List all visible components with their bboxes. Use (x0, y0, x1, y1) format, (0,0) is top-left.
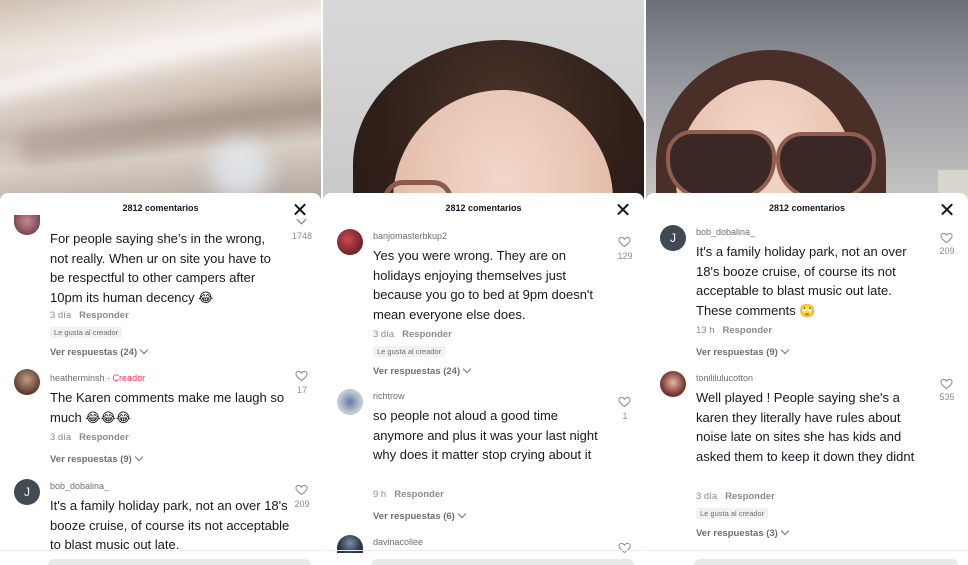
like-count: 535 (939, 392, 955, 402)
liked-by-creator-badge: Le gusta al creador (373, 346, 446, 357)
comment-text: For people saying she’s in the wrong, no… (50, 231, 271, 305)
comment-meta: 3 día Responder (50, 432, 129, 443)
comment-count: 2812 comentarios (768, 203, 846, 213)
video-frame[interactable] (0, 0, 321, 200)
view-replies-label: Ver respuestas (24) (50, 347, 138, 358)
comment-meta: 3 día Responder (373, 329, 452, 340)
heart-icon[interactable] (940, 378, 953, 390)
reply-button[interactable]: Responder (402, 329, 452, 340)
view-replies-label: Ver respuestas (9) (50, 454, 132, 465)
comment-input-bar[interactable] (694, 559, 958, 565)
reply-button[interactable]: Responder (79, 310, 129, 321)
view-replies-label: Ver respuestas (3) (696, 528, 778, 539)
comment-username[interactable]: banjomasterbkup2 (373, 231, 447, 241)
divider (646, 550, 968, 551)
reply-button[interactable]: Responder (394, 489, 444, 500)
comment-time: 9 h (373, 489, 387, 500)
comment-count: 2812 comentarios (445, 203, 522, 213)
chevron-down-icon (139, 345, 149, 355)
like-count: 1748 (291, 231, 313, 241)
like-count: 209 (294, 499, 310, 509)
video-frame[interactable] (323, 0, 644, 200)
heart-icon[interactable] (295, 215, 308, 227)
comment-time: 13 h (696, 325, 715, 336)
avatar[interactable] (337, 229, 363, 255)
chevron-down-icon (457, 509, 467, 519)
avatar[interactable]: J (14, 479, 40, 505)
avatar[interactable]: J (660, 225, 686, 251)
like-count: 1 (622, 411, 628, 421)
comment-username[interactable]: bob_dobalina_ (50, 481, 109, 491)
comment-username[interactable]: heatherminsh · Creador (50, 373, 145, 383)
avatar[interactable] (14, 369, 40, 395)
heart-icon[interactable] (295, 370, 308, 382)
comment-time: 3 día (50, 432, 72, 443)
close-icon[interactable] (616, 203, 630, 217)
heart-icon[interactable] (295, 484, 308, 496)
chevron-down-icon (134, 452, 144, 462)
liked-by-creator-badge: Le gusta al creador (50, 327, 123, 338)
comment-username[interactable]: tonililulucotton (696, 373, 753, 383)
comments-sheet: 2812 comentarios banjomasterbkup2 Yes yo… (323, 193, 644, 565)
comments-header: 2812 comentarios (323, 193, 644, 223)
comment-text: It's a family holiday park, not an over … (696, 244, 907, 318)
heart-icon[interactable] (618, 542, 631, 554)
view-replies-button[interactable]: Ver respuestas (9) (50, 452, 144, 465)
view-replies-button[interactable]: Ver respuestas (6) (373, 509, 467, 522)
view-replies-button[interactable]: Ver respuestas (3) (696, 526, 790, 539)
divider (323, 550, 644, 551)
like-count: 129 (617, 251, 633, 261)
video-panel-3: 2812 comentarios J bob_dobalina_ It's a … (646, 0, 968, 565)
comment-text: The Karen comments make me laugh so much… (50, 390, 285, 425)
avatar[interactable] (337, 389, 363, 415)
comment-time: 3 día (696, 491, 718, 502)
heart-icon[interactable] (618, 396, 631, 408)
comment-username[interactable]: bob_dobalina_ (696, 227, 755, 237)
avatar[interactable] (660, 371, 686, 397)
comment-text: Yes you were wrong. They are on holidays… (373, 248, 594, 322)
view-replies-label: Ver respuestas (9) (696, 347, 778, 358)
comment-input-bar[interactable] (48, 559, 311, 565)
comments-sheet: 2812 comentarios J bob_dobalina_ It's a … (646, 193, 968, 565)
chevron-down-icon (780, 526, 790, 536)
view-replies-button[interactable]: Ver respuestas (9) (696, 345, 790, 358)
comment-text: Well played ! People saying she's a kare… (696, 390, 915, 464)
comment-time: 3 día (373, 329, 395, 340)
chevron-down-icon (780, 345, 790, 355)
view-replies-label: Ver respuestas (6) (373, 511, 455, 522)
close-icon[interactable] (940, 203, 954, 217)
view-replies-button[interactable]: Ver respuestas (24) (373, 364, 472, 377)
comments-sheet: 2812 comentarios For people saying she’s… (0, 193, 321, 565)
creator-tag: · Creador (107, 373, 146, 383)
comments-header: 2812 comentarios (646, 193, 968, 223)
avatar[interactable] (14, 215, 40, 235)
reply-button[interactable]: Responder (723, 325, 773, 336)
comment-username[interactable]: davinacollee (373, 537, 423, 547)
comment-time: 3 día (50, 310, 72, 321)
view-replies-button[interactable]: Ver respuestas (24) (50, 345, 149, 358)
heart-icon[interactable] (618, 236, 631, 248)
comment-meta: 3 día Responder (696, 491, 775, 502)
divider (0, 550, 321, 551)
reply-button[interactable]: Responder (79, 432, 129, 443)
comment-username[interactable]: richtrow (373, 391, 405, 401)
reply-button[interactable]: Responder (725, 491, 775, 502)
comment-input-bar[interactable] (371, 559, 634, 565)
video-panel-1: 2812 comentarios For people saying she’s… (0, 0, 321, 565)
like-count: 209 (939, 246, 955, 256)
chevron-down-icon (462, 364, 472, 374)
like-count: 17 (296, 385, 307, 395)
video-frame[interactable] (646, 0, 968, 200)
comment-text: so people not aloud a good time anymore … (373, 408, 598, 462)
view-replies-label: Ver respuestas (24) (373, 366, 461, 377)
liked-by-creator-badge: Le gusta al creador (696, 508, 769, 519)
comments-header: 2812 comentarios (0, 193, 321, 223)
comment-meta: 9 h Responder (373, 489, 444, 500)
comment-meta: 3 día Responder (50, 310, 129, 321)
comment-count: 2812 comentarios (122, 203, 199, 213)
heart-icon[interactable] (940, 232, 953, 244)
comment-meta: 13 h Responder (696, 325, 772, 336)
comment-text: It's a family holiday park, not an over … (50, 498, 290, 552)
video-panel-2: 2812 comentarios banjomasterbkup2 Yes yo… (323, 0, 644, 565)
